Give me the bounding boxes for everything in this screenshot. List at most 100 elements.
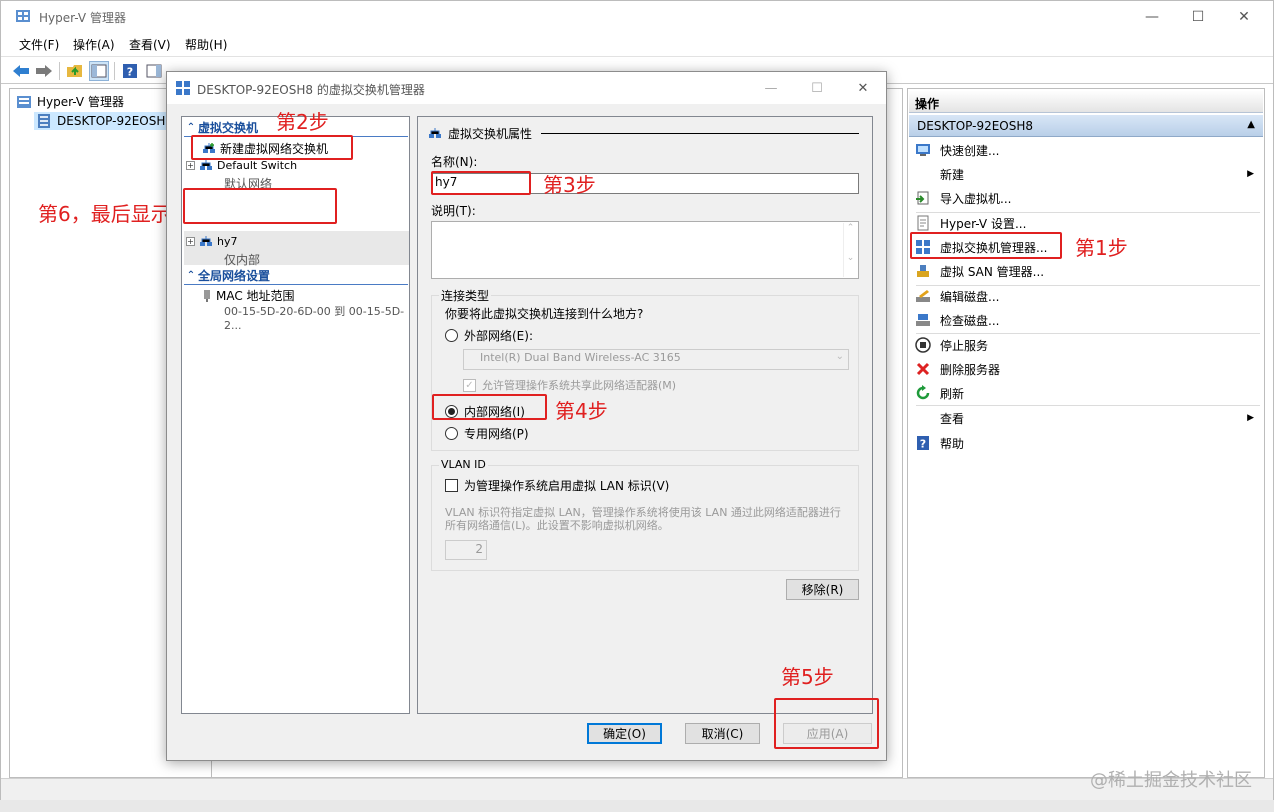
mac-address-icon (204, 289, 210, 302)
dialog-title: DESKTOP-92EOSH8 的虚拟交换机管理器 (197, 83, 425, 97)
expand-icon[interactable]: + (186, 161, 195, 170)
tree-host-label: DESKTOP-92EOSH8 (57, 114, 174, 128)
actions-group-header[interactable]: DESKTOP-92EOSH8 ▲ (909, 115, 1263, 137)
stop-icon (914, 336, 932, 354)
network-switch-icon (200, 235, 212, 246)
step4-highlight (432, 394, 547, 420)
step6-annotation: 第6，最后显示 (38, 202, 171, 226)
maximize-button[interactable]: ☐ (1175, 1, 1221, 33)
mac-address-range-value: 00-15-5D-20-6D-00 到 00-15-5D-2... (224, 305, 405, 332)
step5-annotation: 第5步 (781, 665, 834, 689)
step5-highlight (774, 698, 879, 749)
minimize-button[interactable]: — (1129, 1, 1175, 33)
import-icon (914, 189, 932, 207)
action-edit-disk[interactable]: 编辑磁盘... (914, 284, 1260, 308)
menu-help[interactable]: 帮助(H) (185, 36, 227, 53)
allow-management-share-checkbox[interactable]: ✓ 允许管理操作系统共享此网络适配器(M) (463, 377, 676, 393)
step4-annotation: 第4步 (555, 399, 608, 423)
step6-highlight (183, 188, 337, 224)
header-rule (541, 133, 859, 134)
action-inspect-disk[interactable]: 检查磁盘... (914, 308, 1260, 332)
tree-root-label: Hyper-V 管理器 (37, 95, 124, 109)
help-icon: ? (914, 434, 932, 452)
properties-header: 虚拟交换机属性 (428, 125, 532, 142)
up-folder-icon[interactable] (65, 61, 85, 81)
network-switch-icon (429, 127, 441, 138)
default-switch-item[interactable]: + Default Switch (186, 159, 297, 172)
action-refresh[interactable]: 刷新 (914, 381, 1260, 405)
network-switch-icon (200, 159, 212, 170)
submenu-arrow-icon: ▶ (1247, 413, 1254, 423)
hyperv-manager-icon (17, 95, 31, 108)
step3-highlight (431, 171, 531, 195)
new-icon (914, 165, 932, 183)
tree-root[interactable]: Hyper-V 管理器 (16, 93, 124, 110)
ok-button[interactable]: 确定(O) (587, 723, 662, 744)
dialog-title-bar: DESKTOP-92EOSH8 的虚拟交换机管理器 — ☐ ✕ (167, 72, 886, 104)
actions-pane: 操作 DESKTOP-92EOSH8 ▲ 快速创建... 新建 ▶ 导入虚拟机.… (907, 88, 1265, 778)
show-actions-icon[interactable] (144, 61, 164, 81)
show-tree-icon[interactable] (89, 61, 109, 81)
hy7-switch-type: 仅内部 (224, 253, 261, 267)
collapse-chevron-icon: ⌃ (186, 270, 196, 281)
network-adapter-select[interactable]: Intel(R) Dual Band Wireless-AC 3165 ⌄ (463, 349, 849, 370)
private-network-radio[interactable]: 专用网络(P) (445, 425, 529, 442)
mac-address-range-item[interactable]: MAC 地址范围 (202, 287, 295, 304)
actions-group-label: DESKTOP-92EOSH8 (917, 119, 1034, 133)
step2-highlight (191, 135, 353, 160)
san-manager-icon (914, 262, 932, 280)
title-bar: Hyper-V 管理器 — ☐ ✕ (1, 1, 1273, 33)
dialog-close-button[interactable]: ✕ (840, 72, 886, 104)
vlan-id-input[interactable]: 2 (445, 540, 487, 560)
hy7-switch-item[interactable]: + hy7 (186, 235, 237, 248)
section-global-network-settings[interactable]: ⌃ 全局网络设置 (184, 267, 408, 285)
action-quick-create[interactable]: 快速创建... (914, 138, 1260, 162)
refresh-icon (914, 384, 932, 402)
enable-vlan-checkbox[interactable]: 为管理操作系统启用虚拟 LAN 标识(V) (445, 477, 669, 494)
collapse-arrow-icon[interactable]: ▲ (1247, 119, 1255, 130)
dialog-maximize-button[interactable]: ☐ (794, 72, 840, 104)
connection-question: 你要将此虚拟交换机连接到什么地方? (445, 307, 644, 321)
svg-text:?: ? (127, 66, 133, 79)
menu-file[interactable]: 文件(F) (19, 36, 59, 53)
svg-text:?: ? (920, 438, 926, 451)
cancel-button[interactable]: 取消(C) (685, 723, 760, 744)
edit-disk-icon (914, 287, 932, 305)
collapse-chevron-icon: ⌃ (186, 122, 196, 133)
description-label: 说明(T): (431, 204, 476, 218)
submenu-arrow-icon: ▶ (1247, 169, 1254, 179)
action-help[interactable]: ? 帮助 (914, 431, 1260, 455)
actions-title: 操作 (909, 91, 1263, 113)
description-scrollbar[interactable]: ⌃ ⌄ (843, 223, 857, 277)
toolbar-separator (114, 62, 115, 80)
menu-action[interactable]: 操作(A) (73, 36, 115, 53)
action-import-vm[interactable]: 导入虚拟机... (914, 186, 1260, 210)
remove-button[interactable]: 移除(R) (786, 579, 859, 600)
view-icon (914, 409, 932, 427)
status-bar (1, 778, 1273, 800)
dropdown-chevron-icon: ⌄ (835, 351, 844, 362)
expand-icon[interactable]: + (186, 237, 195, 246)
tree-host-node[interactable]: DESKTOP-92EOSH8 (34, 112, 180, 130)
name-label: 名称(N): (431, 155, 478, 169)
action-stop-service[interactable]: 停止服务 (914, 333, 1260, 357)
inspect-disk-icon (914, 311, 932, 329)
action-new[interactable]: 新建 ▶ (914, 162, 1260, 186)
step1-highlight (910, 232, 1062, 259)
virtual-switch-manager-dialog: DESKTOP-92EOSH8 的虚拟交换机管理器 — ☐ ✕ ⌃ 虚拟交换机 … (166, 71, 887, 761)
dialog-minimize-button[interactable]: — (748, 72, 794, 104)
action-view[interactable]: 查看 ▶ (914, 406, 1260, 430)
watermark: @稀土掘金技术社区 (1090, 770, 1252, 791)
action-delete-server[interactable]: 删除服务器 (914, 357, 1260, 381)
external-network-radio[interactable]: 外部网络(E): (445, 327, 533, 344)
quick-create-icon (914, 141, 932, 159)
vlan-description: VLAN 标识符指定虚拟 LAN，管理操作系统将使用该 LAN 通过此网络适配器… (445, 506, 841, 532)
menu-view[interactable]: 查看(V) (129, 36, 171, 53)
help-book-icon[interactable]: ? (120, 61, 140, 81)
server-icon (38, 114, 50, 128)
close-button[interactable]: ✕ (1221, 1, 1267, 33)
back-arrow-icon[interactable] (11, 61, 31, 81)
action-virtual-san-manager[interactable]: 虚拟 SAN 管理器... (914, 259, 1260, 283)
description-textarea[interactable]: ⌃ ⌄ (431, 221, 859, 279)
forward-arrow-icon[interactable] (34, 61, 54, 81)
